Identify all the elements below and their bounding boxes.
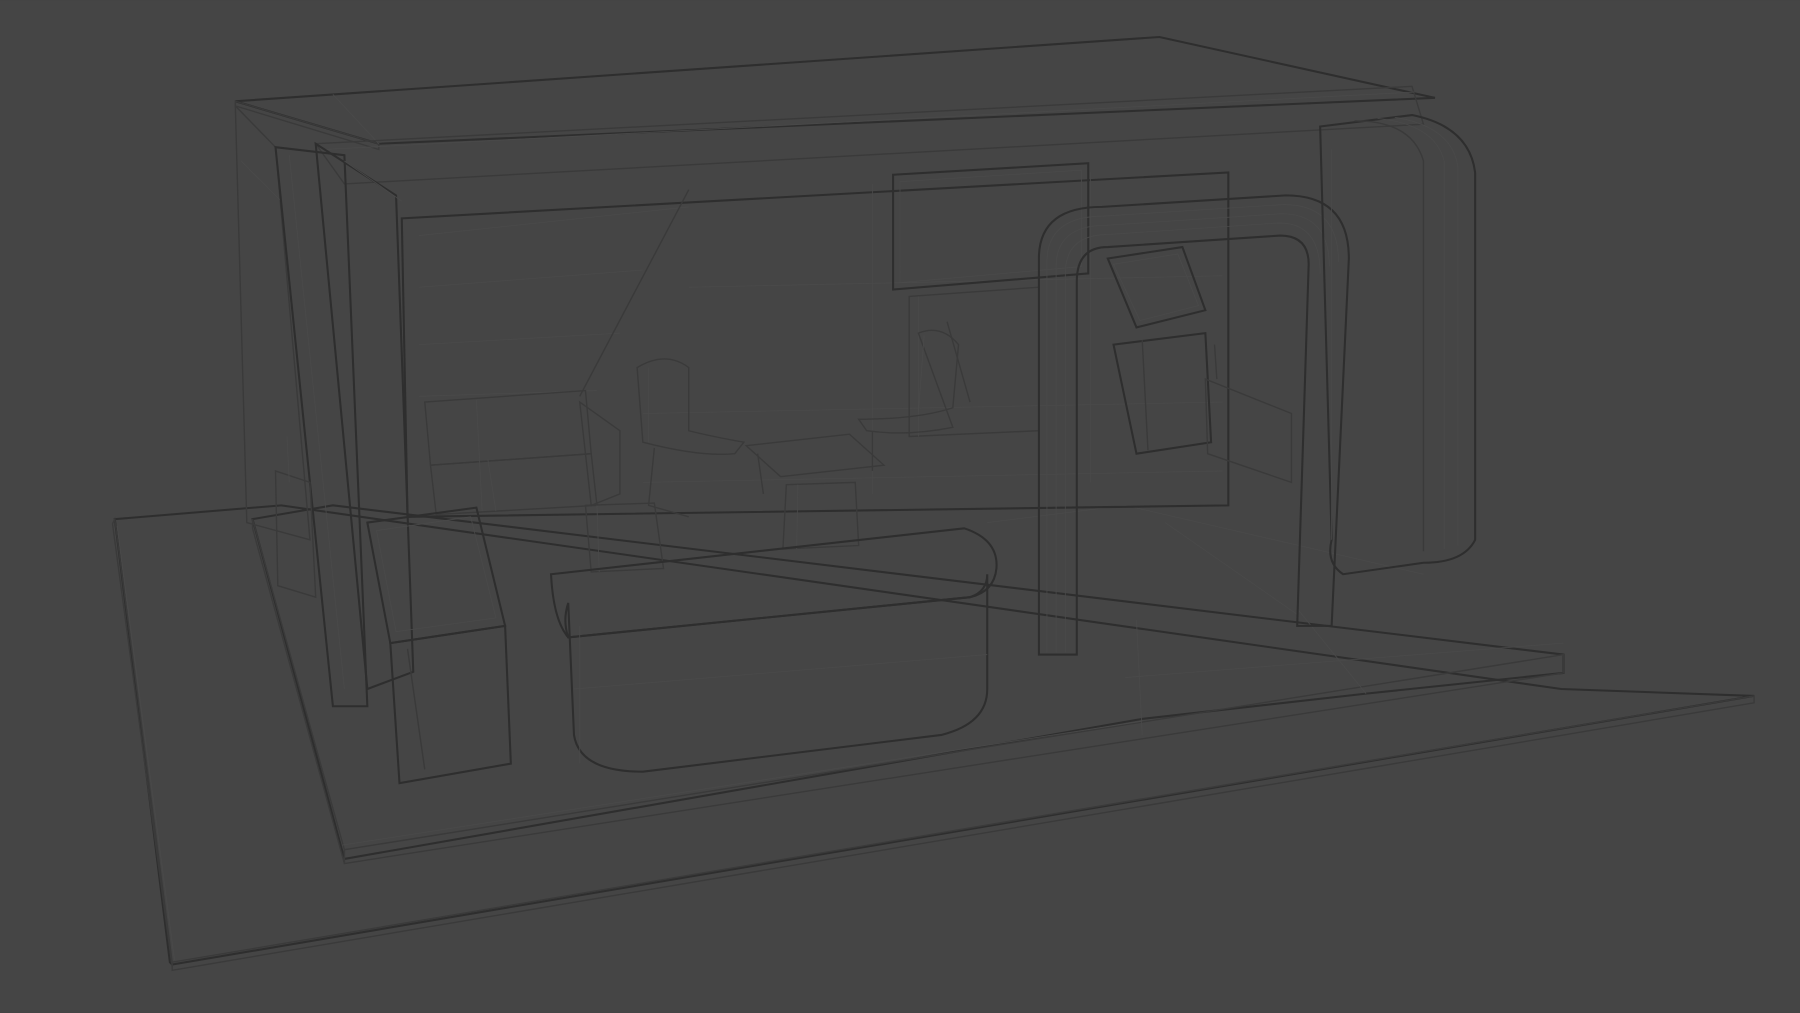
exhibition-booth-wireframe-render [0,0,1800,1013]
3d-viewport[interactable] [0,0,1800,1013]
